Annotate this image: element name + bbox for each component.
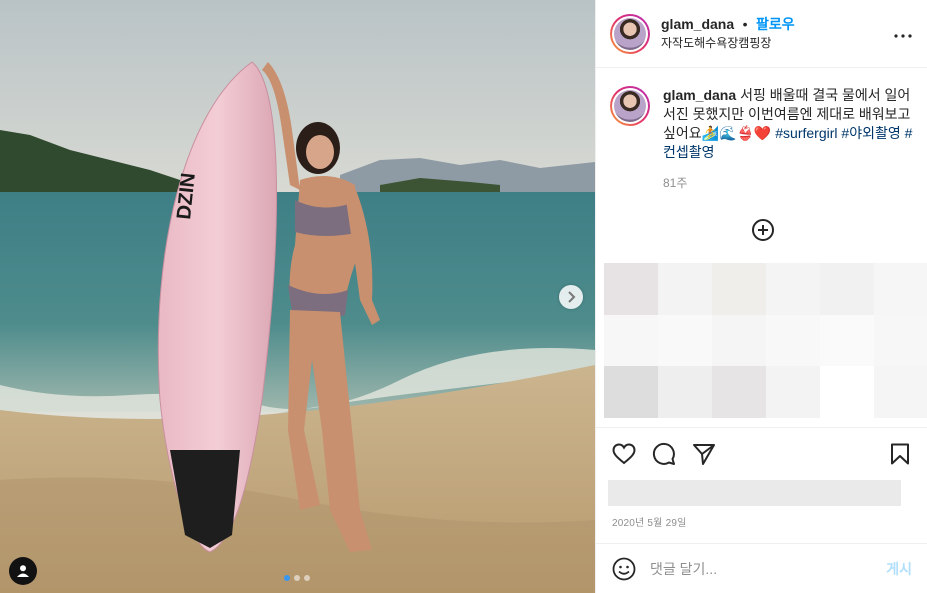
post-photo[interactable]: DZIN bbox=[0, 0, 595, 593]
comment-icon bbox=[652, 442, 675, 465]
emoji-icon[interactable] bbox=[612, 557, 636, 581]
save-button[interactable] bbox=[884, 438, 916, 470]
tagged-users-button[interactable] bbox=[9, 557, 37, 585]
post-username[interactable]: glam_dana bbox=[661, 16, 734, 32]
avatar[interactable] bbox=[610, 13, 650, 54]
chevron-right-icon bbox=[568, 291, 576, 303]
carousel-dot bbox=[304, 575, 310, 581]
user-icon bbox=[17, 565, 29, 577]
post-comment-button[interactable]: 게시 bbox=[886, 559, 912, 579]
heart-icon bbox=[612, 442, 636, 464]
share-button[interactable] bbox=[688, 438, 720, 470]
post-sidebar: glam_dana • 팔로우 자작도해수욕장캠핑장 glam_dana 서핑 배… bbox=[595, 0, 927, 593]
share-icon bbox=[693, 443, 715, 465]
separator-dot: • bbox=[742, 16, 748, 32]
follow-button[interactable]: 팔로우 bbox=[756, 16, 795, 32]
post-location[interactable]: 자작도해수욕장캠핑장 bbox=[661, 34, 795, 52]
more-options-button[interactable] bbox=[893, 23, 913, 44]
plus-circle-icon bbox=[752, 219, 774, 241]
post-date: 2020년 5월 29일 bbox=[612, 518, 687, 529]
comment-button[interactable] bbox=[648, 438, 680, 470]
blurred-comments bbox=[604, 263, 927, 418]
post-actions bbox=[596, 427, 927, 479]
caption-time: 81주 bbox=[663, 176, 688, 190]
carousel-dot bbox=[284, 575, 290, 581]
next-photo-button[interactable] bbox=[559, 285, 583, 309]
carousel-dot bbox=[294, 575, 300, 581]
caption-username[interactable]: glam_dana bbox=[663, 87, 736, 103]
carousel-dots bbox=[284, 575, 310, 581]
more-horizontal-icon bbox=[894, 34, 912, 38]
beach-photo-illustration: DZIN bbox=[0, 0, 595, 593]
comment-form: 게시 bbox=[596, 543, 927, 593]
hashtag-link[interactable]: #야외촬영 bbox=[841, 125, 900, 141]
likes-count-blurred bbox=[608, 480, 901, 506]
caption: glam_dana 서핑 배울때 결국 물에서 일어서진 못했지만 이번여름엔 제… bbox=[596, 68, 927, 193]
caption-avatar[interactable] bbox=[610, 86, 650, 126]
bookmark-icon bbox=[891, 443, 909, 464]
hashtag-link[interactable]: #surfergirl bbox=[775, 125, 837, 141]
load-more-comments-button[interactable] bbox=[751, 218, 775, 242]
post-header: glam_dana • 팔로우 자작도해수욕장캠핑장 bbox=[596, 0, 927, 68]
like-button[interactable] bbox=[608, 438, 640, 470]
comment-input[interactable] bbox=[650, 560, 887, 577]
